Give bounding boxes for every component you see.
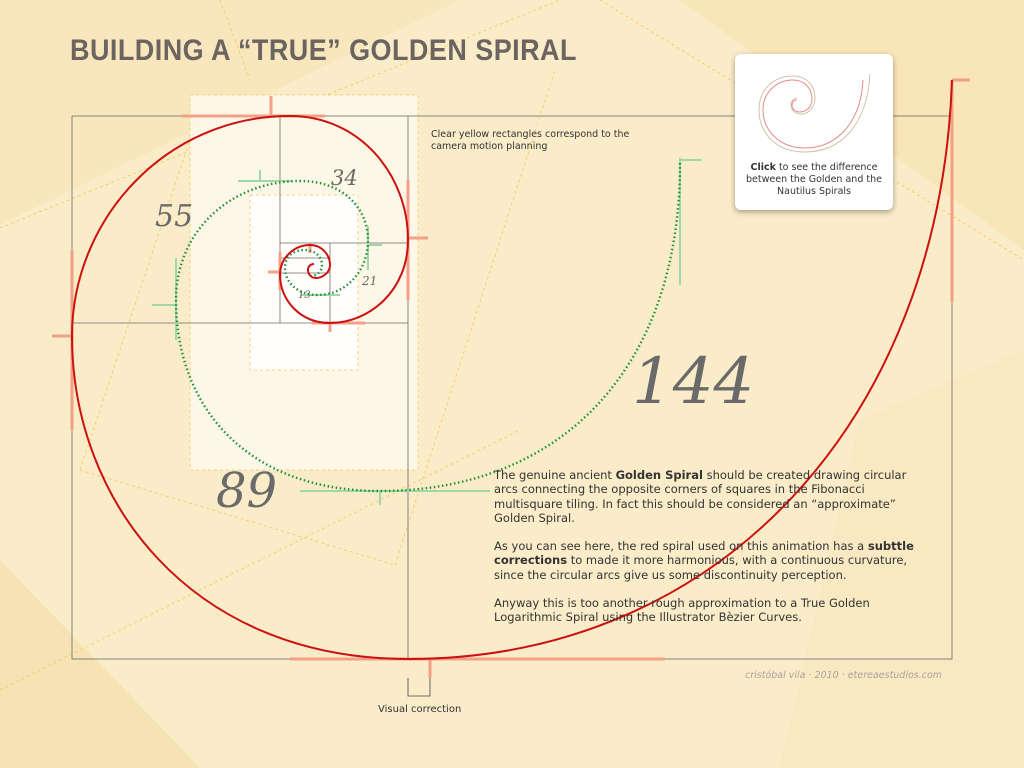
fib-label-144: 144 bbox=[632, 345, 755, 419]
paragraph-1: The genuine ancient Golden Spiral should… bbox=[494, 468, 926, 525]
fib-label-89: 89 bbox=[216, 463, 278, 519]
p2-start: As you can see here, the red spiral used… bbox=[494, 539, 868, 554]
card-caption: Click to see the difference between the … bbox=[741, 162, 887, 198]
fib-label-13: 13 bbox=[298, 290, 311, 301]
fib-label-55: 55 bbox=[155, 199, 194, 234]
page-title: BUILDING A “TRUE” GOLDEN SPIRAL bbox=[70, 34, 577, 67]
camera-rectangles-note: Clear yellow rectangles correspond to th… bbox=[431, 129, 630, 152]
explanation-text: The genuine ancient Golden Spiral should… bbox=[494, 468, 926, 639]
p1-start: The genuine ancient bbox=[494, 468, 616, 482]
golden-spiral-term: Golden Spiral bbox=[615, 468, 703, 482]
card-caption-click: Click bbox=[750, 162, 776, 173]
fib-label-34: 34 bbox=[331, 166, 358, 190]
paragraph-3: Anyway this is too another rough approxi… bbox=[494, 596, 870, 625]
visual-correction-bracket bbox=[407, 678, 431, 697]
paragraph-2: As you can see here, the red spiral used… bbox=[494, 539, 926, 582]
nautilus-comparison-button[interactable]: Click to see the difference between the … bbox=[735, 54, 893, 210]
visual-correction-label: Visual correction bbox=[378, 704, 462, 715]
spiral-comparison-thumbnail-icon bbox=[758, 73, 871, 153]
credit-line: cristóbal vila · 2010 · etereaestudios.c… bbox=[745, 670, 943, 681]
fib-label-21: 21 bbox=[362, 274, 378, 288]
camera-rectangles bbox=[189, 94, 419, 471]
